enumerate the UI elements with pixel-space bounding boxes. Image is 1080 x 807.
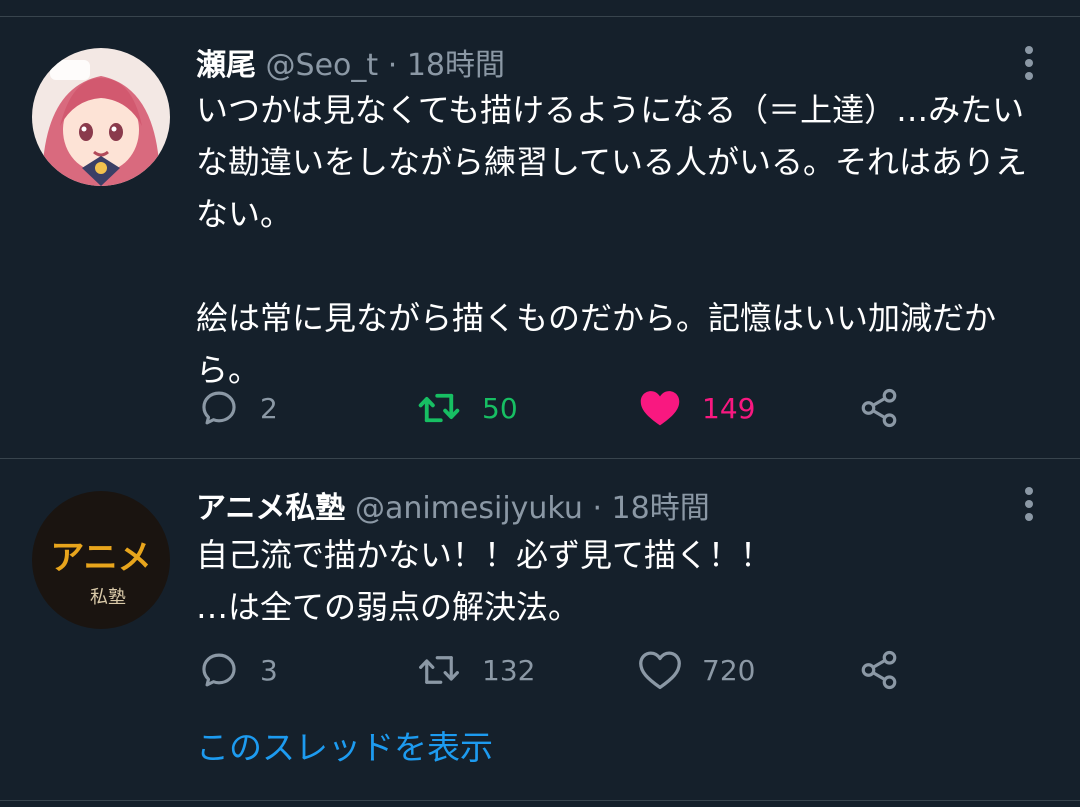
avatar-logo-main: アニメ	[50, 538, 151, 578]
more-vertical-icon	[1025, 46, 1033, 80]
user-handle[interactable]: @animesijyuku	[355, 491, 583, 526]
share-icon	[861, 388, 897, 428]
user-name[interactable]: アニメ私塾	[196, 491, 345, 526]
reply-count: 3	[260, 653, 278, 687]
share-icon	[861, 650, 897, 690]
more-button[interactable]	[1013, 44, 1045, 84]
retweet-icon	[419, 656, 459, 684]
retweet-count: 50	[482, 391, 518, 425]
avatar[interactable]: アニメ 私塾	[32, 491, 170, 629]
show-thread-link[interactable]: このスレッドを表示	[196, 726, 493, 770]
avatar-image	[32, 48, 170, 186]
heart-icon	[639, 651, 681, 690]
retweet-button[interactable]: 132	[416, 648, 535, 692]
tweet-header: 瀬尾 @Seo_t · 18時間	[196, 46, 505, 86]
tweet-header: アニメ私塾 @animesijyuku · 18時間	[196, 489, 710, 529]
heart-icon	[640, 391, 680, 426]
tweet[interactable]: アニメ 私塾 アニメ私塾 @animesijyuku · 18時間 自己流で描か…	[0, 459, 1080, 799]
like-button[interactable]: 720	[638, 648, 755, 692]
share-button[interactable]	[858, 648, 900, 692]
avatar-logo-sub: 私塾	[90, 586, 126, 608]
tweet[interactable]: 瀬尾 @Seo_t · 18時間 いつかは見なくても描けるようになる（＝上達）……	[0, 0, 1080, 458]
tweet-text: 自己流で描かない！！必ず見て描く！！ …は全ての弱点の解決法。	[196, 536, 773, 626]
separator-dot: ·	[387, 48, 398, 83]
retweet-icon	[418, 393, 460, 423]
reply-icon	[202, 391, 236, 425]
separator-dot: ·	[592, 491, 602, 526]
like-button[interactable]: 149	[638, 386, 755, 430]
reply-icon	[202, 653, 236, 687]
tweet-time[interactable]: 18時間	[612, 491, 710, 526]
user-name[interactable]: 瀬尾	[196, 48, 256, 83]
avatar-image: アニメ 私塾	[32, 491, 170, 629]
share-button[interactable]	[858, 386, 900, 430]
avatar[interactable]	[32, 48, 170, 186]
reply-button[interactable]: 2	[198, 386, 278, 430]
reply-count: 2	[260, 391, 278, 425]
bottom-divider	[0, 800, 1080, 801]
retweet-count: 132	[482, 653, 536, 687]
retweet-button[interactable]: 50	[416, 386, 518, 430]
like-count: 149	[702, 391, 756, 425]
more-vertical-icon	[1025, 487, 1033, 521]
tweet-text: いつかは見なくても描けるようになる（＝上達）…みたいな勘違いをしながら練習してい…	[196, 91, 1028, 389]
more-button[interactable]	[1013, 485, 1045, 525]
user-handle[interactable]: @Seo_t	[266, 48, 379, 83]
reply-button[interactable]: 3	[198, 648, 278, 692]
like-count: 720	[702, 653, 756, 687]
tweet-time[interactable]: 18時間	[407, 48, 505, 83]
